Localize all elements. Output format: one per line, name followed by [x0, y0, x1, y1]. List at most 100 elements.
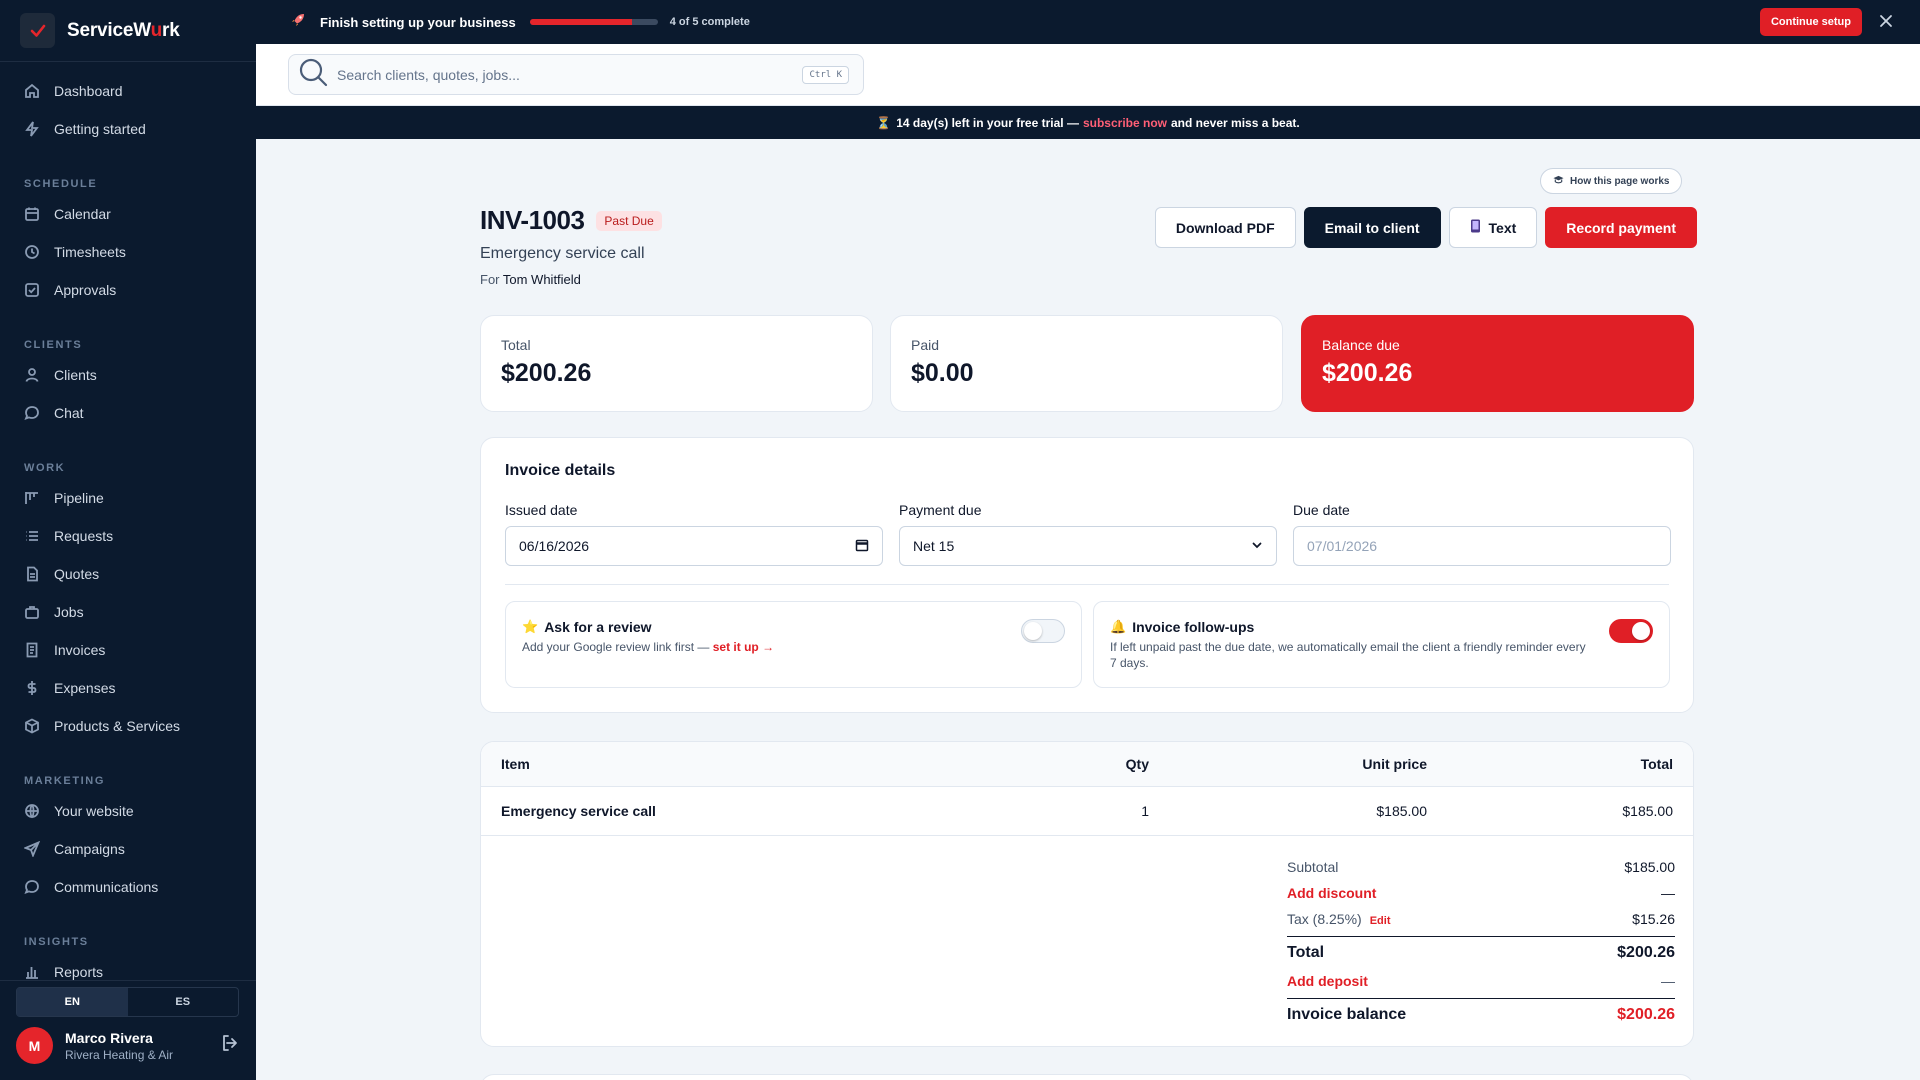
trial-days: 14 [896, 115, 910, 130]
sidebar-item-label: Quotes [54, 566, 100, 582]
sidebar-item-getting-started[interactable]: Getting started [0, 110, 256, 148]
sidebar-item-label: Your website [54, 803, 134, 819]
payment-due-value: Net 15 [913, 538, 955, 554]
invoice-balance-line: Invoice balance $200.26 [1287, 998, 1675, 1030]
invoice-number: INV-1003 [480, 205, 585, 235]
how-page-works-button[interactable]: How this page works [1540, 168, 1683, 194]
add-discount-link[interactable]: Add discount [1287, 885, 1376, 901]
paid-label: Paid [911, 337, 940, 353]
sidebar-item-communications[interactable]: Communications [0, 868, 256, 906]
search-shortcut-hint: Ctrl K [802, 65, 849, 84]
record-payment-button[interactable]: Record payment [1545, 207, 1697, 248]
client-name[interactable]: Tom Whitfield [503, 272, 581, 287]
issued-date-field: Issued date 06/16/2026 [505, 502, 883, 566]
sidebar-item-label: Calendar [54, 206, 111, 222]
message-icon [24, 880, 39, 895]
avatar[interactable]: M [16, 1027, 53, 1064]
continue-setup-button[interactable]: Continue setup [1759, 8, 1862, 36]
sidebar-item-label: Communications [54, 879, 159, 895]
sidebar-item-label: Reports [54, 964, 104, 980]
globe-icon [25, 804, 39, 819]
sidebar-item-your-website[interactable]: Your website [0, 792, 256, 830]
sidebar-item-approvals[interactable]: Approvals [0, 271, 256, 309]
set-it-up-link[interactable]: set it up → [713, 640, 774, 654]
trial-banner: ⏳ 14 day(s) left in your free trial — su… [256, 106, 1920, 139]
row-total: $185.00 [1622, 803, 1673, 819]
subtotal-value: $185.00 [1624, 859, 1675, 875]
sidebar-item-products-services[interactable]: Products & Services [0, 707, 256, 745]
add-deposit-link[interactable]: Add deposit [1287, 973, 1368, 989]
lang-es-button[interactable]: ES [128, 988, 239, 1016]
sidebar-item-invoices[interactable]: Invoices [0, 631, 256, 669]
download-pdf-button[interactable]: Download PDF [1154, 207, 1296, 248]
graduation-cap-icon [1553, 174, 1564, 188]
nav-section-schedule: SCHEDULE [24, 178, 98, 190]
due-date-label: Due date [1293, 502, 1350, 518]
subtotal-label: Subtotal [1287, 859, 1339, 875]
table-header: Item Qty Unit price Total [481, 742, 1693, 787]
sidebar-item-clients[interactable]: Clients [0, 356, 256, 394]
sidebar-item-label: Campaigns [54, 841, 125, 857]
lang-en-button[interactable]: EN [17, 988, 128, 1016]
tax-line: Tax (8.25%) Edit $15.26 [1287, 906, 1675, 932]
subscribe-link[interactable]: subscribe now [1083, 116, 1167, 130]
due-date-input[interactable]: 07/01/2026 [1293, 526, 1671, 566]
sidebar-item-campaigns[interactable]: Campaigns [0, 830, 256, 868]
balance-due-value: $200.26 [1322, 359, 1413, 387]
issued-date-input[interactable]: 06/16/2026 [505, 526, 883, 566]
invoice-actions: Download PDF Email to client Text Record… [1154, 207, 1697, 248]
email-to-client-button[interactable]: Email to client [1303, 207, 1441, 248]
help-label: How this page works [1570, 175, 1670, 187]
sidebar-item-chat[interactable]: Chat [0, 394, 256, 432]
total-line-value: $200.26 [1617, 943, 1675, 961]
search-input[interactable]: Search clients, quotes, jobs... Ctrl K [288, 54, 864, 95]
for-label: For [480, 272, 500, 287]
sidebar-footer: EN ES M Marco Rivera Rivera Heating & Ai… [0, 980, 256, 1080]
rocket-icon [290, 12, 306, 33]
deposit-value: — [1661, 973, 1675, 989]
sidebar-item-pipeline[interactable]: Pipeline [0, 479, 256, 517]
user-company: Rivera Heating & Air [65, 1047, 174, 1062]
star-icon: ⭐ [522, 619, 539, 634]
status-badge: Past Due [596, 210, 662, 231]
trial-text: day(s) left in your free trial — [912, 115, 1079, 130]
chat-icon [24, 406, 39, 421]
chevron-down-icon [1251, 538, 1263, 554]
dollar-icon [27, 681, 37, 695]
calendar-icon [25, 207, 39, 221]
hourglass-icon: ⏳ [876, 115, 892, 130]
sidebar-item-calendar[interactable]: Calendar [0, 195, 256, 233]
nav-section-insights: INSIGHTS [24, 936, 89, 948]
discount-value: — [1661, 885, 1675, 901]
logout-icon[interactable] [220, 1033, 240, 1058]
discount-line: Add discount — [1287, 880, 1675, 906]
followups-title: Invoice follow-ups [1132, 619, 1255, 635]
invoice-followups-toggle[interactable] [1609, 619, 1653, 643]
invoice-details-title: Invoice details [505, 462, 616, 479]
user-icon [25, 368, 39, 382]
ask-review-toggle[interactable] [1021, 619, 1065, 643]
total-value: $200.26 [501, 359, 592, 387]
balance-due-stat-card: Balance due $200.26 [1301, 315, 1694, 412]
close-icon[interactable] [1878, 13, 1894, 34]
ask-review-card: ⭐ Ask for a review Add your Google revie… [505, 601, 1082, 688]
table-row[interactable]: Emergency service call 1 $185.00 $185.00 [481, 787, 1693, 836]
sidebar-item-expenses[interactable]: Expenses [0, 669, 256, 707]
sidebar-item-jobs[interactable]: Jobs [0, 593, 256, 631]
edit-tax-link[interactable]: Edit [1370, 915, 1391, 927]
invoice-details-card: Invoice details Issued date 06/16/2026 P… [480, 437, 1694, 713]
check-logo-icon [20, 13, 55, 48]
search-placeholder: Search clients, quotes, jobs... [337, 66, 520, 83]
calendar-icon[interactable] [855, 538, 869, 555]
nav-section-marketing: MARKETING [24, 775, 106, 787]
text-button[interactable]: Text [1448, 207, 1538, 248]
sidebar-item-label: Pipeline [54, 490, 104, 506]
sidebar-item-label: Products & Services [54, 718, 181, 734]
sidebar-item-dashboard[interactable]: Dashboard [0, 72, 256, 110]
sidebar-item-quotes[interactable]: Quotes [0, 555, 256, 593]
sidebar-nav: Dashboard Getting started SCHEDULE Calen… [0, 62, 256, 991]
payment-due-select[interactable]: Net 15 [899, 526, 1277, 566]
sidebar-item-timesheets[interactable]: Timesheets [0, 233, 256, 271]
brand[interactable]: ServiceWurk [0, 0, 256, 62]
sidebar-item-requests[interactable]: Requests [0, 517, 256, 555]
